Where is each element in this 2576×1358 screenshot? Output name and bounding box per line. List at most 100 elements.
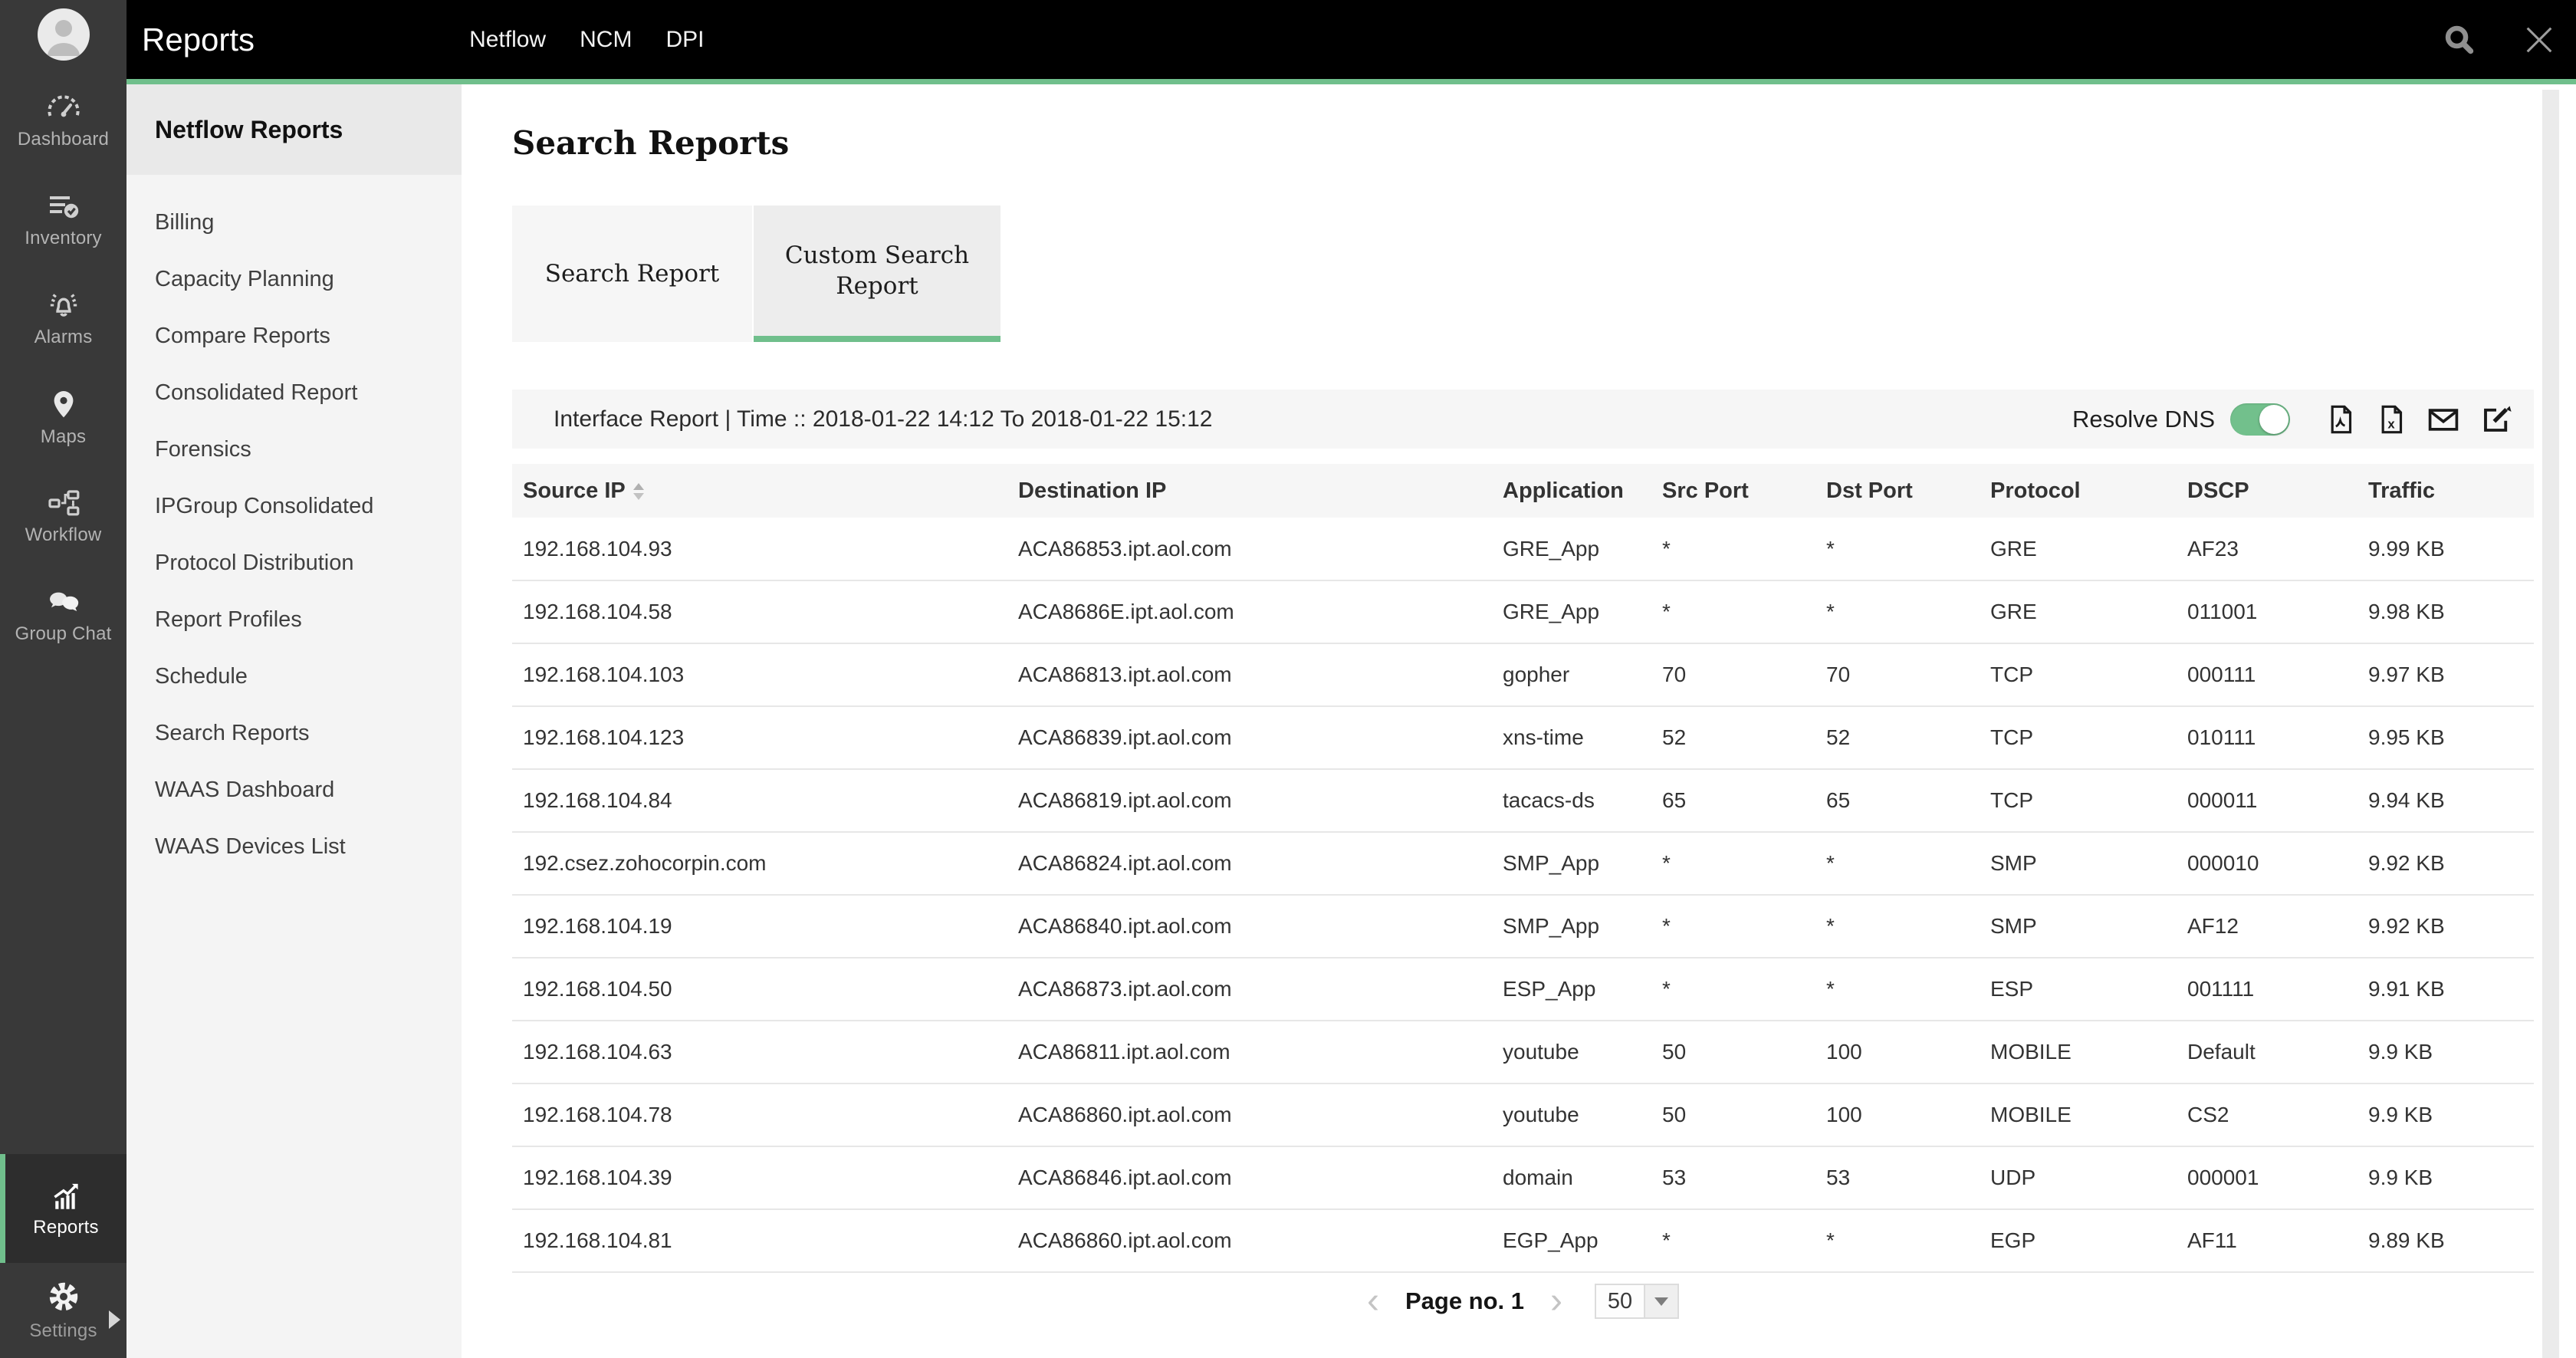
column-header-dscp[interactable]: DSCP [2177, 464, 2358, 518]
table-row[interactable]: 192.168.104.58ACA8686E.ipt.aol.comGRE_Ap… [512, 580, 2534, 643]
cell-traffic: 9.91 KB [2358, 958, 2534, 1021]
tab-dpi[interactable]: DPI [665, 27, 704, 53]
top-bar: Reports Netflow NCM DPI [127, 0, 2576, 84]
menu-item-report-profiles[interactable]: Report Profiles [127, 591, 462, 648]
sort-icon[interactable] [633, 483, 644, 500]
cell-destination-ip: ACA86824.ipt.aol.com [1007, 832, 1492, 895]
tab-custom-search-report[interactable]: Custom Search Report [754, 206, 1001, 342]
cell-dst-port: 100 [1815, 1083, 1980, 1146]
group-chat-icon [45, 587, 82, 617]
cell-protocol: SMP [1980, 895, 2177, 958]
scrollbar-track[interactable] [2542, 90, 2559, 1358]
cell-application: tacacs-ds [1492, 769, 1651, 832]
cell-dst-port: 70 [1815, 643, 1980, 706]
page-module-title: Reports [142, 21, 255, 58]
column-header-traffic[interactable]: Traffic [2358, 464, 2534, 518]
table-row[interactable]: 192.168.104.78ACA86860.ipt.aol.comyoutub… [512, 1083, 2534, 1146]
table-row[interactable]: 192.168.104.123ACA86839.ipt.aol.comxns-t… [512, 706, 2534, 769]
column-header-src-port[interactable]: Src Port [1651, 464, 1815, 518]
sidebar-item-inventory[interactable]: Inventory [0, 170, 127, 269]
tab-netflow[interactable]: Netflow [469, 27, 546, 53]
cell-dst-port: * [1815, 580, 1980, 643]
sidebar-item-label: Maps [41, 426, 87, 448]
column-header-destination-ip[interactable]: Destination IP [1007, 464, 1492, 518]
cell-protocol: MOBILE [1980, 1083, 2177, 1146]
sidebar-item-reports[interactable]: Reports [0, 1154, 127, 1263]
report-tabs: Search Report Custom Search Report [512, 206, 2576, 342]
edit-report-icon[interactable] [2480, 403, 2512, 436]
cell-protocol: SMP [1980, 832, 2177, 895]
table-row[interactable]: 192.csez.zohocorpin.comACA86824.ipt.aol.… [512, 832, 2534, 895]
cell-src-port: * [1651, 895, 1815, 958]
page-size-select[interactable]: 50 [1595, 1284, 1679, 1319]
cell-traffic: 9.94 KB [2358, 769, 2534, 832]
table-row[interactable]: 192.168.104.93ACA86853.ipt.aol.comGRE_Ap… [512, 518, 2534, 580]
flow-table: Source IP Destination IP Application Src… [512, 464, 2534, 1273]
panel-title: Netflow Reports [127, 84, 462, 175]
menu-item-waas-devices-list[interactable]: WAAS Devices List [127, 818, 462, 875]
cell-application: gopher [1492, 643, 1651, 706]
sidebar-item-settings[interactable]: Settings [0, 1263, 127, 1358]
table-row[interactable]: 192.168.104.84ACA86819.ipt.aol.comtacacs… [512, 769, 2534, 832]
menu-item-search-reports[interactable]: Search Reports [127, 705, 462, 761]
cell-protocol: EGP [1980, 1209, 2177, 1272]
sidebar-item-alarms[interactable]: Alarms [0, 269, 127, 368]
next-page-icon[interactable]: › [1550, 1284, 1562, 1319]
page-title: Search Reports [512, 124, 2576, 163]
table-header-row: Source IP Destination IP Application Src… [512, 464, 2534, 518]
cell-destination-ip: ACA86813.ipt.aol.com [1007, 643, 1492, 706]
cell-dst-port: 65 [1815, 769, 1980, 832]
sidebar-item-dashboard[interactable]: Dashboard [0, 71, 127, 170]
cell-destination-ip: ACA8686E.ipt.aol.com [1007, 580, 1492, 643]
cell-traffic: 9.9 KB [2358, 1021, 2534, 1083]
column-header-protocol[interactable]: Protocol [1980, 464, 2177, 518]
excel-export-icon[interactable]: x [2376, 403, 2407, 436]
table-row[interactable]: 192.168.104.39ACA86846.ipt.aol.comdomain… [512, 1146, 2534, 1209]
cell-destination-ip: ACA86839.ipt.aol.com [1007, 706, 1492, 769]
prev-page-icon[interactable]: ‹ [1367, 1284, 1379, 1319]
cell-application: GRE_App [1492, 518, 1651, 580]
email-report-icon[interactable] [2426, 403, 2460, 436]
tab-search-report[interactable]: Search Report [512, 206, 752, 342]
cell-src-port: 52 [1651, 706, 1815, 769]
sidebar-item-maps[interactable]: Maps [0, 368, 127, 467]
menu-item-billing[interactable]: Billing [127, 194, 462, 251]
menu-item-consolidated-report[interactable]: Consolidated Report [127, 364, 462, 421]
table-row[interactable]: 192.168.104.103ACA86813.ipt.aol.comgophe… [512, 643, 2534, 706]
close-icon[interactable] [2522, 22, 2557, 58]
column-header-source-ip[interactable]: Source IP [512, 464, 1007, 518]
cell-traffic: 9.95 KB [2358, 706, 2534, 769]
pdf-export-icon[interactable] [2325, 403, 2356, 436]
search-icon[interactable] [2442, 22, 2477, 58]
cell-application: xns-time [1492, 706, 1651, 769]
table-row[interactable]: 192.168.104.81ACA86860.ipt.aol.comEGP_Ap… [512, 1209, 2534, 1272]
menu-item-forensics[interactable]: Forensics [127, 421, 462, 478]
user-avatar[interactable] [38, 8, 90, 61]
menu-item-schedule[interactable]: Schedule [127, 648, 462, 705]
sidebar-item-group-chat[interactable]: Group Chat [0, 566, 127, 665]
cell-src-port: * [1651, 518, 1815, 580]
cell-dst-port: 52 [1815, 706, 1980, 769]
topbar-actions [2442, 22, 2557, 58]
menu-item-compare-reports[interactable]: Compare Reports [127, 307, 462, 364]
menu-item-ipgroup-consolidated[interactable]: IPGroup Consolidated [127, 478, 462, 534]
cell-traffic: 9.99 KB [2358, 518, 2534, 580]
cell-source-ip: 192.168.104.123 [512, 706, 1007, 769]
column-header-dst-port[interactable]: Dst Port [1815, 464, 1980, 518]
sidebar-item-workflow[interactable]: Workflow [0, 467, 127, 566]
column-header-application[interactable]: Application [1492, 464, 1651, 518]
table-row[interactable]: 192.168.104.63ACA86811.ipt.aol.comyoutub… [512, 1021, 2534, 1083]
menu-item-capacity-planning[interactable]: Capacity Planning [127, 251, 462, 307]
cell-src-port: 50 [1651, 1021, 1815, 1083]
dashboard-gauge-icon [45, 92, 82, 123]
person-icon [38, 8, 90, 61]
cell-source-ip: 192.168.104.50 [512, 958, 1007, 1021]
resolve-dns-toggle[interactable] [2230, 403, 2290, 436]
tab-ncm[interactable]: NCM [580, 27, 632, 53]
menu-item-waas-dashboard[interactable]: WAAS Dashboard [127, 761, 462, 818]
cell-source-ip: 192.168.104.103 [512, 643, 1007, 706]
table-row[interactable]: 192.168.104.19ACA86840.ipt.aol.comSMP_Ap… [512, 895, 2534, 958]
menu-item-protocol-distribution[interactable]: Protocol Distribution [127, 534, 462, 591]
cell-dst-port: * [1815, 832, 1980, 895]
table-row[interactable]: 192.168.104.50ACA86873.ipt.aol.comESP_Ap… [512, 958, 2534, 1021]
